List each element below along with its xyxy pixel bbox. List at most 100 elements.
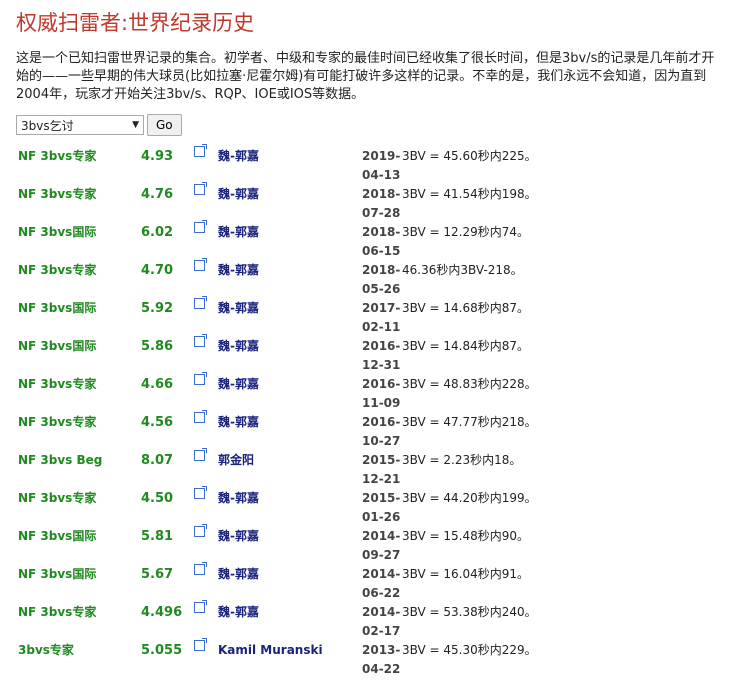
record-row: NF 3bvs国际 6.02 魏-郭嘉 2018- 06-15 3BV = 12.29秒内… [16,220,537,261]
player-name[interactable]: 魏-郭嘉 [218,603,362,641]
record-description: 3BV = 53.38秒内240。 [402,605,537,619]
record-row: NF 3bvs Beg 8.07 郭金阳 2015- 12-21 3BV = 2.23秒内… [16,448,537,489]
external-link-icon[interactable] [194,524,207,537]
external-link-icon[interactable] [194,220,207,233]
record-value: 5.86 [141,339,174,354]
record-value: 4.56 [141,415,174,430]
external-link-icon[interactable] [194,486,207,499]
record-row: NF 3bvs国际 5.86 魏-郭嘉 2016- 12-31 3BV = 14.84秒内… [16,334,537,375]
record-link-cell [194,334,218,375]
record-date-day: 02-17 [362,624,401,638]
record-value: 6.02 [141,225,174,240]
record-date: 2018- 06-15 [362,223,402,261]
record-description: 3BV = 14.68秒内87。 [402,301,530,315]
player-name[interactable]: 魏-郭嘉 [218,527,362,565]
record-value: 5.81 [141,529,174,544]
record-date: 2018- 07-28 [362,185,402,223]
record-date-day: 06-22 [362,586,401,600]
player-name[interactable]: 魏-郭嘉 [218,375,362,413]
record-date-year: 2019- [362,149,401,163]
record-value: 4.496 [141,605,183,620]
records-body: NF 3bvs专家 4.93 魏-郭嘉 2019- 04-13 3BV = 45.60秒内… [16,144,537,679]
record-date-year: 2016- [362,415,401,429]
record-type: NF 3bvs Beg [18,453,103,467]
external-link-icon[interactable] [194,562,207,575]
record-date-day: 01-26 [362,510,401,524]
player-name[interactable]: 郭金阳 [218,451,362,489]
external-link-icon[interactable] [194,600,207,613]
record-date-year: 2017- [362,301,401,315]
player-name[interactable]: Kamil Muranski [218,641,362,679]
record-row: 3bvs专家 5.055 Kamil Muranski 2013- 04-22 3BV =… [16,638,537,679]
record-description: 3BV = 48.83秒内228。 [402,377,537,391]
record-description: 3BV = 14.84秒内87。 [402,339,530,353]
player-name[interactable]: 魏-郭嘉 [218,147,362,185]
record-date: 2014- 02-17 [362,603,402,641]
record-link-cell [194,600,218,641]
player-name[interactable]: 魏-郭嘉 [218,185,362,223]
record-date-year: 2018- [362,225,401,239]
player-name[interactable]: 魏-郭嘉 [218,565,362,603]
record-date-year: 2018- [362,263,401,277]
record-date-day: 04-13 [362,168,401,182]
filter-controls: 3bvs乞讨 ▼ Go [16,114,725,136]
external-link-icon[interactable] [194,334,207,347]
record-link-cell [194,296,218,337]
external-link-icon[interactable] [194,296,207,309]
record-date: 2016- 12-31 [362,337,402,375]
external-link-icon[interactable] [194,258,207,271]
external-link-icon[interactable] [194,372,207,385]
record-link-cell [194,486,218,527]
record-type: NF 3bvs国际 [18,301,97,315]
player-name[interactable]: 魏-郭嘉 [218,337,362,375]
record-description: 3BV = 44.20秒内199。 [402,491,537,505]
record-date-day: 05-26 [362,282,401,296]
record-value: 4.66 [141,377,174,392]
record-date-year: 2013- [362,643,401,657]
player-name[interactable]: 魏-郭嘉 [218,261,362,299]
external-link-icon[interactable] [194,448,207,461]
record-row: NF 3bvs国际 5.67 魏-郭嘉 2014- 06-22 3BV = 16.04秒内… [16,562,537,603]
intro-text: 这是一个已知扫雷世界记录的集合。初学者、中级和专家的最佳时间已经收集了很长时间，… [16,51,715,102]
record-description: 3BV = 12.29秒内74。 [402,225,530,239]
record-value: 5.67 [141,567,174,582]
record-type: NF 3bvs国际 [18,339,97,353]
record-description: 3BV = 15.48秒内90。 [402,529,530,543]
record-description: 3BV = 47.77秒内218。 [402,415,537,429]
record-row: NF 3bvs专家 4.56 魏-郭嘉 2016- 10-27 3BV = 47.77秒内… [16,410,537,451]
player-name[interactable]: 魏-郭嘉 [218,299,362,337]
record-row: NF 3bvs专家 4.50 魏-郭嘉 2015- 01-26 3BV = 44.20秒内… [16,486,537,527]
record-date-day: 10-27 [362,434,401,448]
record-description: 3BV = 45.30秒内229。 [402,643,537,657]
record-link-cell [194,372,218,413]
record-date: 2018- 05-26 [362,261,402,299]
external-link-icon[interactable] [194,182,207,195]
record-date-day: 02-11 [362,320,401,334]
player-name[interactable]: 魏-郭嘉 [218,223,362,261]
record-link-cell [194,448,218,489]
category-select[interactable]: 3bvs乞讨 ▼ [16,115,144,135]
record-value: 4.50 [141,491,174,506]
player-name[interactable]: 魏-郭嘉 [218,489,362,527]
record-link-cell [194,144,218,185]
record-date: 2016- 10-27 [362,413,402,451]
record-value: 8.07 [141,453,174,468]
record-description: 3BV = 41.54秒内198。 [402,187,537,201]
record-date-day: 07-28 [362,206,401,220]
record-link-cell [194,638,218,679]
go-button[interactable]: Go [147,114,182,136]
record-date-day: 12-21 [362,472,401,486]
external-link-icon[interactable] [194,410,207,423]
external-link-icon[interactable] [194,144,207,157]
record-link-cell [194,258,218,299]
record-link-cell [194,410,218,451]
player-name[interactable]: 魏-郭嘉 [218,413,362,451]
record-date-year: 2018- [362,187,401,201]
record-value: 5.92 [141,301,174,316]
record-link-cell [194,524,218,565]
record-link-cell [194,182,218,223]
record-date-year: 2014- [362,605,401,619]
record-type: NF 3bvs专家 [18,263,97,277]
external-link-icon[interactable] [194,638,207,651]
record-type: NF 3bvs专家 [18,605,97,619]
